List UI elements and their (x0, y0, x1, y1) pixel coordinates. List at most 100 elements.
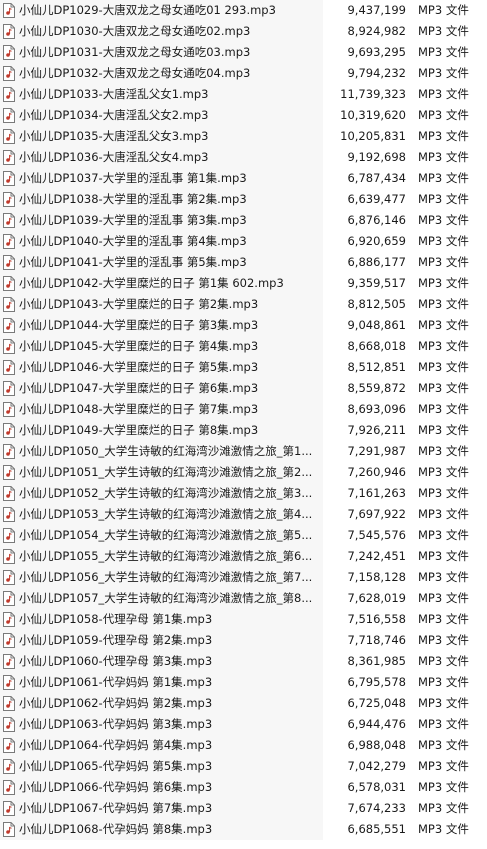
file-row[interactable]: 小仙儿DP1066-代孕妈妈 第6集.mp3 6,578,031 MP3 文件 (0, 777, 487, 798)
file-name-cell[interactable]: 小仙儿DP1053_大学生诗敏的红海湾沙滩激情之旅_第4... (0, 504, 323, 525)
mp3-file-icon (3, 87, 15, 102)
file-row[interactable]: 小仙儿DP1044-大学里糜烂的日子 第3集.mp3 9,048,861 MP3 文… (0, 315, 487, 336)
file-row[interactable]: 小仙儿DP1062-代孕妈妈 第2集.mp3 6,725,048 MP3 文件 (0, 693, 487, 714)
mp3-file-icon (3, 423, 15, 438)
file-row[interactable]: 小仙儿DP1039-大学里的淫乱事 第3集.mp3 6,876,146 MP3 文件 (0, 210, 487, 231)
file-row[interactable]: 小仙儿DP1033-大唐淫乱父女1.mp3 11,739,323 MP3 文件 (0, 84, 487, 105)
file-name-cell[interactable]: 小仙儿DP1045-大学里糜烂的日子 第4集.mp3 (0, 336, 323, 357)
mp3-file-icon (3, 150, 15, 165)
file-row[interactable]: 小仙儿DP1063-代孕妈妈 第3集.mp3 6,944,476 MP3 文件 (0, 714, 487, 735)
file-name-cell[interactable]: 小仙儿DP1060-代理孕母 第3集.mp3 (0, 651, 323, 672)
file-row[interactable]: 小仙儿DP1065-代孕妈妈 第5集.mp3 7,042,279 MP3 文件 (0, 756, 487, 777)
file-name-cell[interactable]: 小仙儿DP1042-大学里糜烂的日子 第1集 602.mp3 (0, 273, 323, 294)
file-name-cell[interactable]: 小仙儿DP1041-大学里的淫乱事 第5集.mp3 (0, 252, 323, 273)
file-name-cell[interactable]: 小仙儿DP1052_大学生诗敏的红海湾沙滩激情之旅_第3... (0, 483, 323, 504)
file-name-cell[interactable]: 小仙儿DP1051_大学生诗敏的红海湾沙滩激情之旅_第2... (0, 462, 323, 483)
file-name: 小仙儿DP1035-大唐淫乱父女3.mp3 (19, 129, 209, 143)
file-type: MP3 文件 (418, 45, 469, 59)
file-row[interactable]: 小仙儿DP1052_大学生诗敏的红海湾沙滩激情之旅_第3... 7,161,263… (0, 483, 487, 504)
file-name-cell[interactable]: 小仙儿DP1063-代孕妈妈 第3集.mp3 (0, 714, 323, 735)
file-row[interactable]: 小仙儿DP1040-大学里的淫乱事 第4集.mp3 6,920,659 MP3 文件 (0, 231, 487, 252)
file-row[interactable]: 小仙儿DP1035-大唐淫乱父女3.mp3 10,205,831 MP3 文件 (0, 126, 487, 147)
file-name: 小仙儿DP1047-大学里糜烂的日子 第6集.mp3 (19, 381, 259, 395)
file-name-cell[interactable]: 小仙儿DP1062-代孕妈妈 第2集.mp3 (0, 693, 323, 714)
file-row[interactable]: 小仙儿DP1051_大学生诗敏的红海湾沙滩激情之旅_第2... 7,260,946… (0, 462, 487, 483)
file-row[interactable]: 小仙儿DP1045-大学里糜烂的日子 第4集.mp3 8,668,018 MP3 文… (0, 336, 487, 357)
file-name-cell[interactable]: 小仙儿DP1047-大学里糜烂的日子 第6集.mp3 (0, 378, 323, 399)
file-row[interactable]: 小仙儿DP1058-代理孕母 第1集.mp3 7,516,558 MP3 文件 (0, 609, 487, 630)
file-row[interactable]: 小仙儿DP1048-大学里糜烂的日子 第7集.mp3 8,693,096 MP3 文… (0, 399, 487, 420)
file-name-cell[interactable]: 小仙儿DP1067-代孕妈妈 第7集.mp3 (0, 798, 323, 819)
file-name-cell[interactable]: 小仙儿DP1032-大唐双龙之母女通吃04.mp3 (0, 63, 323, 84)
file-name-cell[interactable]: 小仙儿DP1054_大学生诗敏的红海湾沙滩激情之旅_第5... (0, 525, 323, 546)
file-row[interactable]: 小仙儿DP1034-大唐淫乱父女2.mp3 10,319,620 MP3 文件 (0, 105, 487, 126)
file-row[interactable]: 小仙儿DP1060-代理孕母 第3集.mp3 8,361,985 MP3 文件 (0, 651, 487, 672)
file-row[interactable]: 小仙儿DP1031-大唐双龙之母女通吃03.mp3 9,693,295 MP3 文件 (0, 42, 487, 63)
file-size: 6,886,177 (347, 255, 406, 269)
file-row[interactable]: 小仙儿DP1053_大学生诗敏的红海湾沙滩激情之旅_第4... 7,697,922… (0, 504, 487, 525)
file-row[interactable]: 小仙儿DP1068-代孕妈妈 第8集.mp3 6,685,551 MP3 文件 (0, 819, 487, 840)
file-row[interactable]: 小仙儿DP1029-大唐双龙之母女通吃01 293.mp3 9,437,199 MP… (0, 0, 487, 21)
file-row[interactable]: 小仙儿DP1061-代孕妈妈 第1集.mp3 6,795,578 MP3 文件 (0, 672, 487, 693)
file-row[interactable]: 小仙儿DP1041-大学里的淫乱事 第5集.mp3 6,886,177 MP3 文件 (0, 252, 487, 273)
mp3-file-icon (3, 780, 15, 795)
file-name-cell[interactable]: 小仙儿DP1039-大学里的淫乱事 第3集.mp3 (0, 210, 323, 231)
file-name-cell[interactable]: 小仙儿DP1030-大唐双龙之母女通吃02.mp3 (0, 21, 323, 42)
file-row[interactable]: 小仙儿DP1059-代理孕母 第2集.mp3 7,718,746 MP3 文件 (0, 630, 487, 651)
file-row[interactable]: 小仙儿DP1047-大学里糜烂的日子 第6集.mp3 8,559,872 MP3 文… (0, 378, 487, 399)
file-name-cell[interactable]: 小仙儿DP1059-代理孕母 第2集.mp3 (0, 630, 323, 651)
file-row[interactable]: 小仙儿DP1050_大学生诗敏的红海湾沙滩激情之旅_第1... 7,291,987… (0, 441, 487, 462)
file-name-cell[interactable]: 小仙儿DP1050_大学生诗敏的红海湾沙滩激情之旅_第1... (0, 441, 323, 462)
file-size: 6,685,551 (347, 822, 406, 836)
file-name-cell[interactable]: 小仙儿DP1055_大学生诗敏的红海湾沙滩激情之旅_第6... (0, 546, 323, 567)
file-size: 9,048,861 (347, 318, 406, 332)
file-name-cell[interactable]: 小仙儿DP1029-大唐双龙之母女通吃01 293.mp3 (0, 0, 323, 21)
file-name-cell[interactable]: 小仙儿DP1043-大学里糜烂的日子 第2集.mp3 (0, 294, 323, 315)
file-size: 6,876,146 (347, 213, 406, 227)
file-name-cell[interactable]: 小仙儿DP1035-大唐淫乱父女3.mp3 (0, 126, 323, 147)
file-row[interactable]: 小仙儿DP1057_大学生诗敏的红海湾沙滩激情之旅_第8... 7,628,019… (0, 588, 487, 609)
file-name-cell[interactable]: 小仙儿DP1056_大学生诗敏的红海湾沙滩激情之旅_第7... (0, 567, 323, 588)
file-row[interactable]: 小仙儿DP1056_大学生诗敏的红海湾沙滩激情之旅_第7... 7,158,128… (0, 567, 487, 588)
file-name-cell[interactable]: 小仙儿DP1048-大学里糜烂的日子 第7集.mp3 (0, 399, 323, 420)
file-name-cell[interactable]: 小仙儿DP1065-代孕妈妈 第5集.mp3 (0, 756, 323, 777)
file-name-cell[interactable]: 小仙儿DP1066-代孕妈妈 第6集.mp3 (0, 777, 323, 798)
file-name-cell[interactable]: 小仙儿DP1036-大唐淫乱父女4.mp3 (0, 147, 323, 168)
mp3-file-icon (3, 549, 15, 564)
file-row[interactable]: 小仙儿DP1064-代孕妈妈 第4集.mp3 6,988,048 MP3 文件 (0, 735, 487, 756)
file-row[interactable]: 小仙儿DP1032-大唐双龙之母女通吃04.mp3 9,794,232 MP3 文件 (0, 63, 487, 84)
file-row[interactable]: 小仙儿DP1054_大学生诗敏的红海湾沙滩激情之旅_第5... 7,545,576… (0, 525, 487, 546)
file-name-cell[interactable]: 小仙儿DP1044-大学里糜烂的日子 第3集.mp3 (0, 315, 323, 336)
file-name-cell[interactable]: 小仙儿DP1061-代孕妈妈 第1集.mp3 (0, 672, 323, 693)
file-name-cell[interactable]: 小仙儿DP1037-大学里的淫乱事 第1集.mp3 (0, 168, 323, 189)
file-row[interactable]: 小仙儿DP1037-大学里的淫乱事 第1集.mp3 6,787,434 MP3 文件 (0, 168, 487, 189)
file-name-cell[interactable]: 小仙儿DP1064-代孕妈妈 第4集.mp3 (0, 735, 323, 756)
file-name-cell[interactable]: 小仙儿DP1038-大学里的淫乱事 第2集.mp3 (0, 189, 323, 210)
file-row[interactable]: 小仙儿DP1030-大唐双龙之母女通吃02.mp3 8,924,982 MP3 文件 (0, 21, 487, 42)
file-name: 小仙儿DP1042-大学里糜烂的日子 第1集 602.mp3 (19, 276, 284, 290)
file-row[interactable]: 小仙儿DP1067-代孕妈妈 第7集.mp3 7,674,233 MP3 文件 (0, 798, 487, 819)
file-name-cell[interactable]: 小仙儿DP1058-代理孕母 第1集.mp3 (0, 609, 323, 630)
file-name: 小仙儿DP1030-大唐双龙之母女通吃02.mp3 (19, 24, 251, 38)
mp3-file-icon (3, 108, 15, 123)
file-name-cell[interactable]: 小仙儿DP1057_大学生诗敏的红海湾沙滩激情之旅_第8... (0, 588, 323, 609)
file-row[interactable]: 小仙儿DP1036-大唐淫乱父女4.mp3 9,192,698 MP3 文件 (0, 147, 487, 168)
file-name-cell[interactable]: 小仙儿DP1031-大唐双龙之母女通吃03.mp3 (0, 42, 323, 63)
file-name-cell[interactable]: 小仙儿DP1046-大学里糜烂的日子 第5集.mp3 (0, 357, 323, 378)
file-type: MP3 文件 (418, 276, 469, 290)
file-row[interactable]: 小仙儿DP1049-大学里糜烂的日子 第8集.mp3 7,926,211 MP3 文… (0, 420, 487, 441)
file-name: 小仙儿DP1062-代孕妈妈 第2集.mp3 (19, 696, 213, 710)
file-name-cell[interactable]: 小仙儿DP1033-大唐淫乱父女1.mp3 (0, 84, 323, 105)
file-type: MP3 文件 (418, 759, 469, 773)
file-name-cell[interactable]: 小仙儿DP1049-大学里糜烂的日子 第8集.mp3 (0, 420, 323, 441)
file-row[interactable]: 小仙儿DP1046-大学里糜烂的日子 第5集.mp3 8,512,851 MP3 文… (0, 357, 487, 378)
file-name-cell[interactable]: 小仙儿DP1034-大唐淫乱父女2.mp3 (0, 105, 323, 126)
file-size: 7,697,922 (347, 507, 406, 521)
mp3-file-icon (3, 633, 15, 648)
file-row[interactable]: 小仙儿DP1038-大学里的淫乱事 第2集.mp3 6,639,477 MP3 文件 (0, 189, 487, 210)
file-row[interactable]: 小仙儿DP1055_大学生诗敏的红海湾沙滩激情之旅_第6... 7,242,451… (0, 546, 487, 567)
file-row[interactable]: 小仙儿DP1043-大学里糜烂的日子 第2集.mp3 8,812,505 MP3 文… (0, 294, 487, 315)
file-name-cell[interactable]: 小仙儿DP1068-代孕妈妈 第8集.mp3 (0, 819, 323, 840)
file-name-cell[interactable]: 小仙儿DP1040-大学里的淫乱事 第4集.mp3 (0, 231, 323, 252)
file-row[interactable]: 小仙儿DP1042-大学里糜烂的日子 第1集 602.mp3 9,359,517 M… (0, 273, 487, 294)
